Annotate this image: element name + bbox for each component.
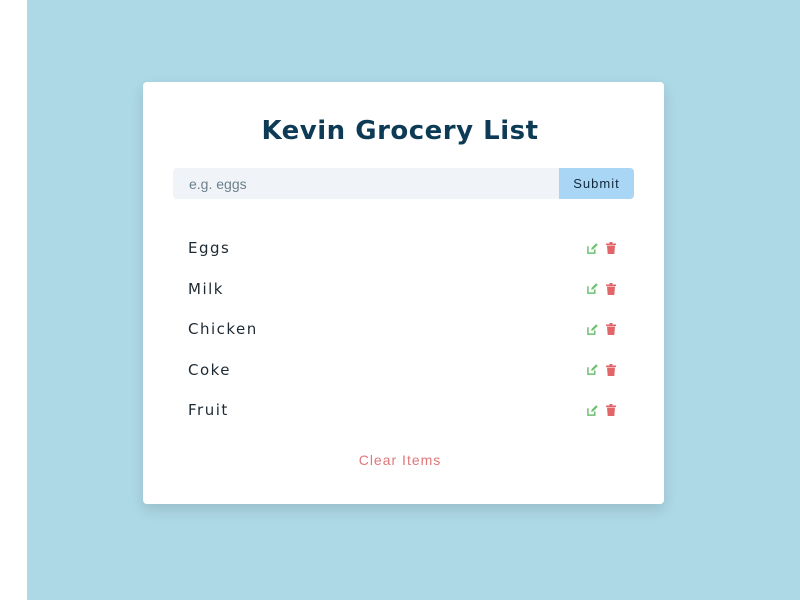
item-label: Eggs [188, 239, 231, 258]
trash-icon [606, 323, 616, 336]
list-item: Coke [173, 350, 634, 391]
item-actions [586, 242, 617, 255]
item-label: Fruit [188, 401, 229, 420]
list-item: Eggs [173, 228, 634, 269]
edit-button[interactable] [586, 283, 598, 295]
clear-items-button[interactable]: Clear Items [359, 452, 442, 468]
edit-icon [586, 364, 598, 376]
edit-button[interactable] [586, 364, 598, 376]
edit-icon [586, 283, 598, 295]
item-label: Milk [188, 279, 224, 298]
trash-icon [606, 242, 616, 255]
item-actions [586, 363, 617, 376]
delete-button[interactable] [605, 282, 617, 295]
delete-button[interactable] [605, 242, 617, 255]
grocery-form: Submit [173, 168, 634, 199]
trash-icon [606, 363, 616, 376]
edit-icon [586, 243, 598, 254]
item-label: Chicken [188, 320, 258, 339]
page-title: Kevin Grocery List [261, 116, 539, 146]
trash-icon [606, 404, 616, 417]
item-actions [586, 282, 617, 295]
delete-button[interactable] [605, 323, 617, 336]
clear-container: Clear Items [0, 450, 800, 469]
trash-icon [606, 282, 616, 295]
list-item: Chicken [173, 309, 634, 350]
item-input[interactable] [173, 168, 559, 199]
delete-button[interactable] [605, 404, 617, 417]
edit-button[interactable] [586, 323, 598, 335]
delete-button[interactable] [605, 363, 617, 376]
list-item: Fruit [173, 390, 634, 431]
edit-button[interactable] [586, 404, 598, 416]
list-item: Milk [173, 269, 634, 310]
item-label: Coke [188, 360, 232, 379]
submit-button[interactable]: Submit [559, 168, 634, 199]
grocery-list: Eggs Milk Chicken Coke Fruit [173, 228, 634, 431]
edit-icon [586, 324, 598, 335]
edit-button[interactable] [586, 242, 598, 254]
item-actions [586, 404, 617, 417]
edit-icon [586, 405, 598, 416]
item-actions [586, 323, 617, 336]
